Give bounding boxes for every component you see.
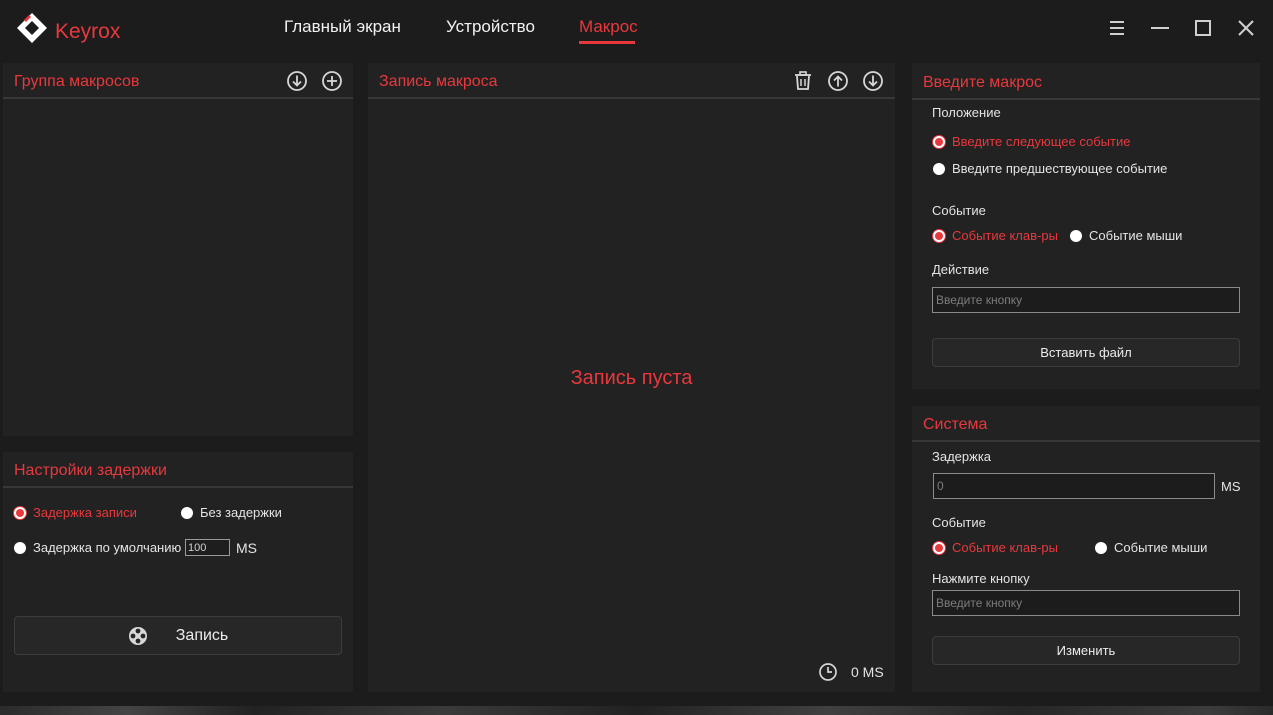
divider bbox=[912, 440, 1260, 442]
download-circle-icon[interactable] bbox=[286, 70, 308, 92]
radio-dot bbox=[1095, 541, 1107, 554]
move-up-icon[interactable] bbox=[827, 70, 849, 92]
background-strip bbox=[0, 706, 1273, 715]
logo-icon bbox=[17, 13, 47, 43]
radio-label: Событие клав-ры bbox=[952, 228, 1058, 243]
radio-label: Событие клав-ры bbox=[952, 540, 1058, 555]
divider bbox=[912, 98, 1260, 100]
radio-dot bbox=[933, 229, 945, 242]
unit-label: MS bbox=[236, 540, 257, 556]
radio-label: Введите предшествующее событие bbox=[952, 161, 1168, 176]
macro-group-panel: Группа макросов bbox=[3, 63, 353, 436]
move-down-icon[interactable] bbox=[862, 70, 884, 92]
trash-icon[interactable] bbox=[792, 70, 814, 92]
action-label: Действие bbox=[932, 262, 990, 277]
press-key-label: Нажмите кнопку bbox=[932, 571, 1030, 586]
add-circle-icon[interactable] bbox=[321, 70, 343, 92]
app-window: Keyrox Главный экран Устройство Макрос Г… bbox=[0, 0, 1273, 715]
panel-title: Запись макроса bbox=[379, 73, 498, 90]
panel-title: Группа макросов bbox=[14, 73, 140, 90]
radio-dot bbox=[933, 541, 945, 554]
tab-macro[interactable]: Макрос bbox=[579, 17, 638, 37]
menu-icon[interactable] bbox=[1104, 16, 1130, 40]
tab-home[interactable]: Главный экран bbox=[284, 17, 401, 37]
top-bar: Keyrox Главный экран Устройство Макрос bbox=[0, 0, 1273, 62]
change-button[interactable]: Изменить bbox=[932, 636, 1240, 665]
radio-label: Событие мыши bbox=[1089, 228, 1183, 243]
brand-name: Keyrox bbox=[55, 20, 121, 43]
radio-label: Задержка по умолчанию bbox=[33, 540, 182, 555]
panel-title: Введите макрос bbox=[923, 74, 1042, 91]
position-label: Положение bbox=[932, 105, 1001, 120]
macro-record-panel: Запись макроса Запись пуста 0 MS bbox=[368, 63, 895, 692]
close-icon[interactable] bbox=[1233, 16, 1259, 40]
radio-prev-event[interactable]: Введите предшествующее событие bbox=[933, 161, 1167, 176]
default-delay-input[interactable] bbox=[185, 539, 230, 556]
panel-title: Система bbox=[923, 416, 988, 433]
radio-next-event[interactable]: Введите следующее событие bbox=[933, 134, 1130, 149]
record-button[interactable]: Запись bbox=[14, 616, 342, 655]
system-delay-input[interactable] bbox=[933, 473, 1215, 499]
radio-dot bbox=[933, 135, 945, 148]
empty-record-message: Запись пуста bbox=[570, 367, 693, 389]
radio-dot bbox=[181, 506, 193, 519]
minimize-icon[interactable] bbox=[1147, 16, 1173, 40]
radio-label: Задержка записи bbox=[33, 505, 137, 520]
radio-label: Введите следующее событие bbox=[952, 134, 1131, 149]
insert-file-button[interactable]: Вставить файл bbox=[932, 338, 1240, 367]
radio-dot bbox=[14, 541, 26, 554]
radio-default-delay[interactable]: Задержка по умолчанию bbox=[14, 540, 181, 555]
radio-keyboard-event[interactable]: Событие клав-ры bbox=[933, 540, 1058, 555]
radio-record-delay[interactable]: Задержка записи bbox=[14, 505, 137, 520]
unit-label: MS bbox=[1221, 479, 1241, 494]
record-button-label: Запись bbox=[175, 626, 229, 644]
radio-dot bbox=[1070, 229, 1082, 242]
radio-no-delay[interactable]: Без задержки bbox=[181, 505, 282, 520]
radio-label: Событие мыши bbox=[1114, 540, 1208, 555]
divider bbox=[3, 486, 353, 488]
radio-label: Без задержки bbox=[200, 505, 282, 520]
macro-group-list[interactable] bbox=[3, 101, 353, 436]
radio-dot bbox=[933, 162, 945, 175]
total-time: 0 MS bbox=[851, 664, 884, 680]
tab-device[interactable]: Устройство bbox=[446, 17, 535, 37]
press-key-input[interactable] bbox=[932, 590, 1240, 616]
delay-label: Задержка bbox=[932, 449, 992, 464]
divider bbox=[368, 97, 895, 99]
divider bbox=[3, 97, 353, 99]
clock-icon bbox=[819, 663, 837, 681]
maximize-icon[interactable] bbox=[1190, 16, 1216, 40]
system-panel: Система Задержка MS Событие Событие клав… bbox=[912, 406, 1260, 692]
radio-keyboard-event[interactable]: Событие клав-ры bbox=[933, 228, 1058, 243]
enter-macro-panel: Введите макрос Положение Введите следующ… bbox=[912, 63, 1260, 389]
panel-title: Настройки задержки bbox=[14, 462, 167, 479]
record-reel-icon bbox=[128, 626, 147, 645]
radio-mouse-event[interactable]: Событие мыши bbox=[1095, 540, 1207, 555]
delay-settings-panel: Настройки задержки Задержка записи Без з… bbox=[3, 452, 353, 692]
action-key-input[interactable] bbox=[932, 287, 1240, 313]
event-label: Событие bbox=[932, 203, 986, 218]
radio-dot bbox=[14, 506, 26, 519]
event-label: Событие bbox=[932, 515, 986, 530]
active-tab-indicator bbox=[579, 41, 635, 44]
radio-mouse-event[interactable]: Событие мыши bbox=[1070, 228, 1182, 243]
